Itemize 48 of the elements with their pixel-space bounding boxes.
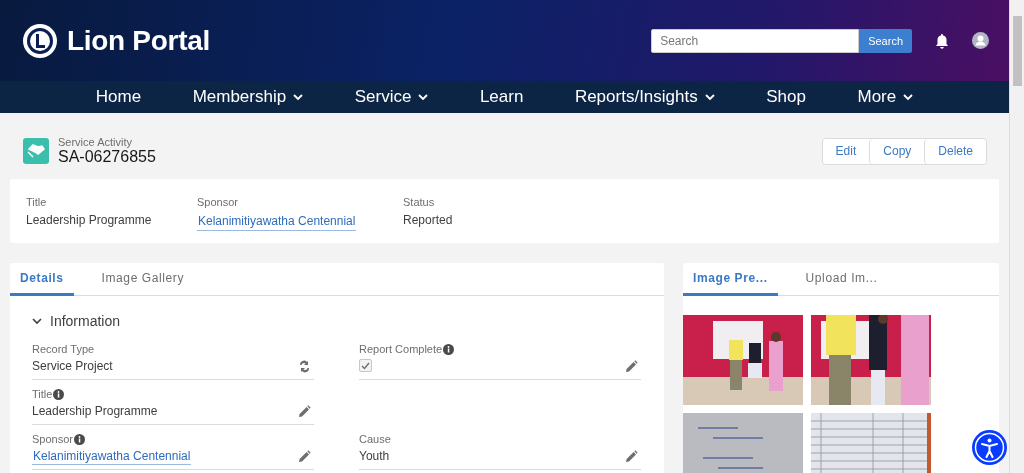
section-title: Information <box>50 313 121 329</box>
sponsor-link[interactable]: Kelanimitiyawatha Centennial <box>32 449 192 465</box>
tab[interactable]: Image Gallery <box>73 263 213 296</box>
nav-link[interactable]: Membership <box>192 87 304 107</box>
field-label: Record Type <box>32 343 95 355</box>
info-icon[interactable] <box>53 388 65 400</box>
field-value: Leadership Programme <box>32 404 158 418</box>
bell-icon[interactable] <box>934 32 950 49</box>
nav-link[interactable]: Reports/Insights <box>574 87 715 107</box>
emblem-icon[interactable] <box>22 22 58 59</box>
field-label: Title <box>32 388 53 400</box>
pencil-icon[interactable] <box>298 405 311 418</box>
accessibility-button[interactable] <box>972 430 1007 465</box>
field-value: Service Project <box>32 359 113 373</box>
site-title: Lion Portal <box>67 24 210 57</box>
field-value: Youth <box>359 449 390 463</box>
field-value: Leadership Programme <box>26 213 153 227</box>
nav-link[interactable]: Learn <box>479 87 524 107</box>
field-label: Sponsor <box>32 433 73 445</box>
handshake-icon <box>23 138 49 164</box>
chevron-icon[interactable] <box>32 316 42 326</box>
nav-link[interactable]: Home <box>95 87 142 107</box>
change-icon[interactable] <box>298 360 311 373</box>
field-value: Reported <box>403 213 454 227</box>
object-label: Service Activity <box>58 136 133 148</box>
search-field[interactable]: Search <box>651 28 860 53</box>
field-label: Title <box>26 196 48 208</box>
field-label: Cause <box>359 433 391 445</box>
pencil-icon[interactable] <box>298 450 311 463</box>
nav-link[interactable]: More <box>857 87 914 107</box>
tab[interactable]: Image Pre... <box>683 263 778 296</box>
field-label: Report Complete <box>359 343 443 355</box>
search-button[interactable]: Search <box>859 28 912 53</box>
pencil-icon[interactable] <box>625 450 638 463</box>
nav-link[interactable]: Shop <box>766 87 806 107</box>
field-label: Status <box>403 196 436 208</box>
record-name: SA-06276855 <box>58 148 156 166</box>
field-label: Sponsor <box>197 196 239 208</box>
action-button[interactable]: Delete <box>924 138 986 164</box>
avatar-icon[interactable] <box>972 32 989 49</box>
tab[interactable]: Details <box>10 263 74 296</box>
nav-link[interactable]: Service <box>354 87 429 107</box>
pencil-icon[interactable] <box>625 360 638 373</box>
tab[interactable]: Upload Im... <box>777 263 906 296</box>
scrollbar[interactable] <box>1009 0 1024 473</box>
info-icon[interactable] <box>443 343 455 355</box>
info-icon[interactable] <box>74 433 85 445</box>
sponsor-link[interactable]: Kelanimitiyawatha Centennial <box>197 214 357 231</box>
